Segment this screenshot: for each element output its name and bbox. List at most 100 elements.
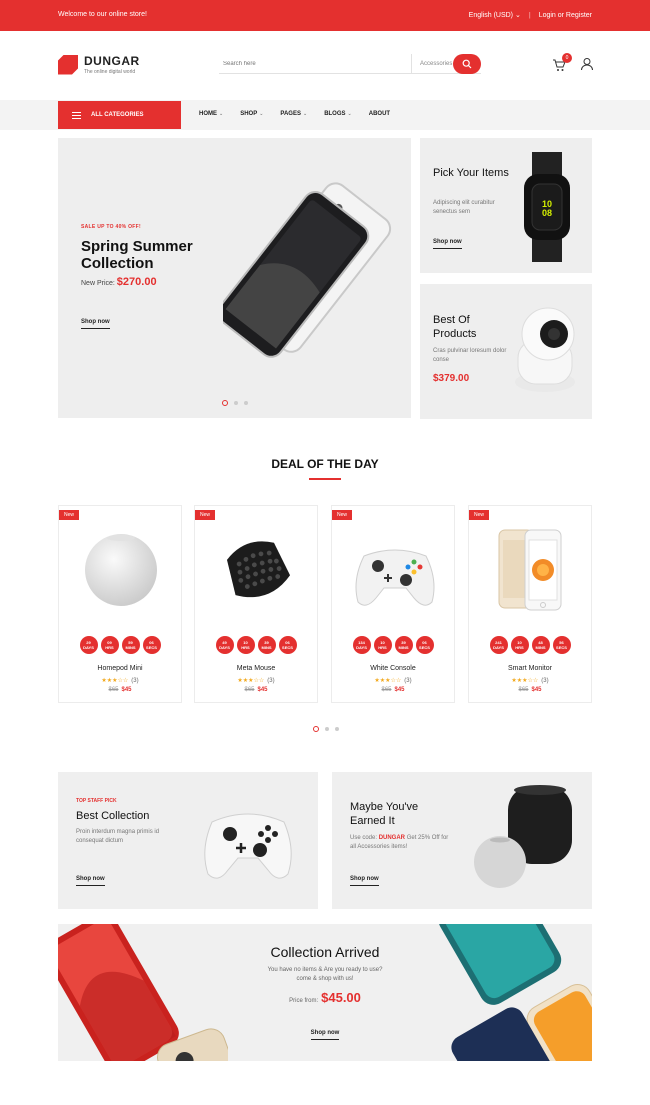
deal-slider-dots[interactable] <box>313 726 339 732</box>
product-card[interactable]: New 241 DAYS 10 HRS 48 MINS 56 SECS Smart Mo… <box>468 505 592 703</box>
slider-dot[interactable] <box>325 727 329 731</box>
collection-title: Collection Arrived <box>270 944 380 960</box>
new-badge: New <box>469 510 490 520</box>
game-controller-image <box>355 549 435 606</box>
slider-dot-active[interactable] <box>222 400 228 406</box>
timer-hours: 10 HRS <box>373 636 392 654</box>
product-card[interactable]: New 134 DAYS 10 HRS 39 MINS 06 SECS White Co… <box>331 505 455 703</box>
smart-speaker-image <box>474 785 572 888</box>
product-card[interactable]: New 49 DAYS 10 HRS 39 MINS 06 SECS Meta Mous… <box>194 505 318 703</box>
slider-dot[interactable] <box>335 727 339 731</box>
slider-dot-active[interactable] <box>313 726 319 732</box>
product-card[interactable]: New 29 DAYS 09 HRS 59 MINS 06 SECS Homepod M… <box>58 505 182 703</box>
timer-secs: 56 SECS <box>552 636 571 654</box>
smartwatch-image: 10 08 <box>524 152 570 262</box>
welcome-text: Welcome to our online store! <box>58 11 147 18</box>
side-banner-camera: Best Of Products Cras pulvinar loresum d… <box>420 284 592 419</box>
new-badge: New <box>59 510 80 520</box>
smartphone-image <box>498 529 562 611</box>
user-icon[interactable] <box>580 57 594 71</box>
timer-days: 29 DAYS <box>79 636 98 654</box>
timer-hours: 09 HRS <box>100 636 119 654</box>
new-badge: New <box>332 510 353 520</box>
svg-text:08: 08 <box>542 208 552 218</box>
banner-desc: Use code: DUNGAR Get 25% Off for all Acc… <box>350 835 449 850</box>
timer-secs: 06 SECS <box>142 636 161 654</box>
new-badge: New <box>195 510 216 520</box>
promo-code: DUNGAR <box>378 835 406 841</box>
chevron-down-icon: ⌄ <box>259 111 264 117</box>
rating-stars: ★★★☆☆ (3) <box>237 678 275 684</box>
product-name[interactable]: White Console <box>332 665 454 672</box>
hero-shop-now-link[interactable]: Shop now <box>81 319 110 329</box>
product-name[interactable]: Meta Mouse <box>195 665 317 672</box>
login-register-link[interactable]: Login or Register <box>539 12 592 19</box>
homepod-image <box>85 534 157 606</box>
all-categories-button[interactable]: ALL CATEGORIES <box>58 101 181 129</box>
menu-icon <box>72 111 81 119</box>
promo-banner-controller: TOP STAFF PICK Best Collection Proin int… <box>58 772 318 909</box>
hero-slider-dots[interactable] <box>222 400 248 406</box>
timer-mins: 39 MINS <box>257 636 276 654</box>
product-price: $65 $45 <box>244 687 268 693</box>
countdown-timer: 241 DAYS 10 HRS 48 MINS 56 SECS <box>469 636 591 654</box>
timer-days: 134 DAYS <box>352 636 371 654</box>
chevron-down-icon: ⌄ <box>347 111 352 117</box>
brand-name: DUNGAR <box>84 54 140 68</box>
game-controller-image <box>204 813 292 879</box>
slider-dot[interactable] <box>244 401 248 405</box>
banner-shop-now-link[interactable]: Shop now <box>350 876 379 886</box>
collection-price: Price from: $45.00 <box>289 990 361 1005</box>
product-price: $65 $45 <box>381 687 405 693</box>
hero-title: Spring Summer Collection <box>81 238 193 272</box>
banner-desc: Proin interdum magna primis id consequat… <box>76 829 160 844</box>
cart-count-badge: 0 <box>562 53 572 63</box>
side-banner-title: Best Of Products <box>433 314 477 340</box>
smartphone-image <box>223 182 392 358</box>
collection-shop-now-link[interactable]: Shop now <box>310 1030 340 1040</box>
nav-links: HOME ⌄ SHOP ⌄ PAGES ⌄ BLOGS ⌄ ABOUT <box>199 111 390 117</box>
search-button[interactable] <box>453 54 481 74</box>
countdown-timer: 49 DAYS 10 HRS 39 MINS 06 SECS <box>195 636 317 654</box>
product-price: $65 $45 <box>108 687 132 693</box>
search-category-value: Accessories <box>420 60 453 67</box>
rating-stars: ★★★☆☆ (3) <box>374 678 412 684</box>
divider: | <box>528 11 531 19</box>
side-banner-desc: Cras pulvinar loresum dolor conse <box>433 348 507 363</box>
nav-shop[interactable]: SHOP ⌄ <box>240 111 263 117</box>
side-banner-desc: Adipiscing elit curabitur senectus sem <box>433 200 495 215</box>
product-name[interactable]: Homepod Mini <box>59 665 181 672</box>
timer-hours: 10 HRS <box>236 636 255 654</box>
search-input[interactable] <box>219 53 411 74</box>
banner-shop-now-link[interactable]: Shop now <box>76 876 105 886</box>
search-bar: Accessories ▼ <box>219 53 481 74</box>
side-banner-price: $379.00 <box>433 373 470 384</box>
countdown-timer: 29 DAYS 09 HRS 59 MINS 06 SECS <box>59 636 181 654</box>
nav-blogs[interactable]: BLOGS ⌄ <box>324 111 352 117</box>
nav-pages[interactable]: PAGES ⌄ <box>280 111 307 117</box>
timer-days: 49 DAYS <box>215 636 234 654</box>
countdown-timer: 134 DAYS 10 HRS 39 MINS 06 SECS <box>332 636 454 654</box>
top-bar: Welcome to our online store! English (US… <box>0 0 650 31</box>
collection-banner: Collection Arrived You have no items & A… <box>58 924 592 1061</box>
side-shop-now-link[interactable]: Shop now <box>433 239 462 249</box>
timer-mins: 39 MINS <box>394 636 413 654</box>
language-currency-select[interactable]: English (USD) ⌄ <box>469 11 521 19</box>
product-price: $65 $45 <box>518 687 542 693</box>
logo-icon <box>58 54 78 75</box>
search-icon <box>462 59 472 69</box>
all-categories-label: ALL CATEGORIES <box>91 112 144 118</box>
slider-dot[interactable] <box>234 401 238 405</box>
timer-secs: 06 SECS <box>415 636 434 654</box>
hero-sale-label: SALE UP TO 40% OFF! <box>81 224 141 230</box>
security-camera-image <box>515 307 575 392</box>
timer-days: 241 DAYS <box>489 636 508 654</box>
site-logo[interactable]: DUNGAR The online digital world <box>58 54 140 75</box>
timer-mins: 48 MINS <box>531 636 550 654</box>
nav-home[interactable]: HOME ⌄ <box>199 111 223 117</box>
banner-title: Maybe You've Earned It <box>350 801 419 827</box>
rating-stars: ★★★☆☆ (3) <box>511 678 549 684</box>
product-name[interactable]: Smart Monitor <box>469 665 591 672</box>
nav-about[interactable]: ABOUT <box>369 111 390 117</box>
banner-title: Best Collection <box>76 810 150 822</box>
